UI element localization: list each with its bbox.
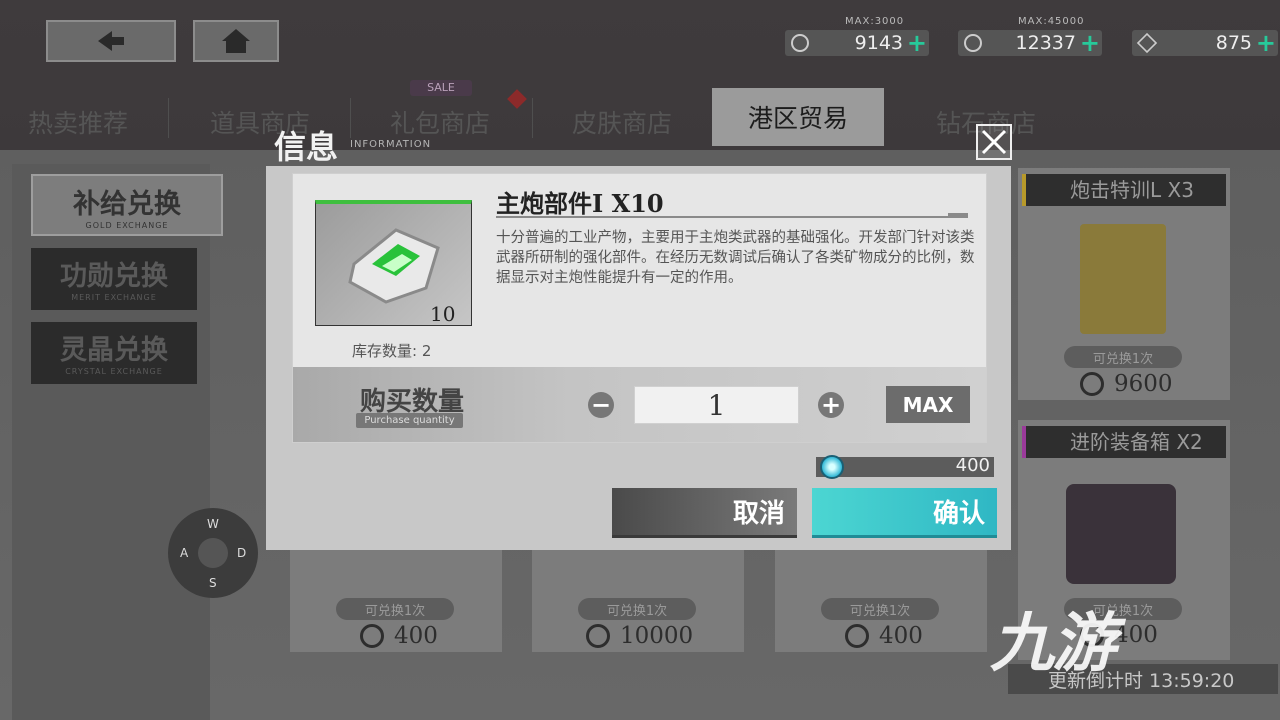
sidebar-item-label: 补给兑换: [73, 189, 181, 220]
add-medal-button[interactable]: +: [907, 30, 927, 56]
card-price-value: 9600: [1114, 371, 1173, 397]
back-button[interactable]: [46, 20, 176, 62]
tab-packs[interactable]: 礼包商店: [390, 100, 490, 144]
tab-harbor-trade[interactable]: 港区贸易: [712, 88, 885, 146]
medal-value: 9143: [854, 32, 903, 54]
stock-count: 库存数量: 2: [352, 342, 432, 360]
sidebar-item-sub: GOLD EXCHANGE: [85, 221, 169, 230]
shop-card[interactable]: 可兑换1次 400: [775, 548, 987, 652]
gold-coin-icon: [964, 34, 982, 52]
sale-badge: SALE: [410, 80, 472, 96]
max-button[interactable]: MAX: [886, 386, 970, 423]
diamond-icon: [1136, 32, 1158, 54]
gold-coin-icon: [360, 624, 384, 648]
tab-hot[interactable]: 热卖推荐: [28, 100, 128, 144]
gold-coin-icon: [845, 624, 869, 648]
sidebar-item-crystal-exchange[interactable]: 灵晶兑换 CRYSTAL EXCHANGE: [31, 322, 197, 384]
dialog-subtitle: INFORMATION: [350, 139, 432, 150]
diamond-resource: 875 +: [1132, 30, 1278, 56]
dialog-title: 信息: [274, 128, 339, 166]
divider: [496, 216, 968, 218]
add-diamond-button[interactable]: +: [1256, 30, 1276, 56]
joystick-a-label: A: [180, 546, 189, 560]
medal-max: MAX:3000: [845, 16, 905, 27]
gunnery-manual-icon: [1080, 224, 1166, 334]
gold-max: MAX:45000: [1018, 16, 1085, 27]
card-limit: 可兑换1次: [336, 598, 454, 620]
diamond-value: 875: [1215, 32, 1252, 54]
sidebar-item-gold-exchange[interactable]: 补给兑换 GOLD EXCHANGE: [31, 174, 223, 236]
tab-divider: [168, 98, 169, 138]
shop-card[interactable]: 可兑换1次 10000: [532, 548, 744, 652]
card-price-value: 400: [1114, 622, 1158, 648]
confirm-button[interactable]: 确认: [812, 488, 997, 538]
crystal-icon: [820, 455, 844, 479]
cancel-label: 取消: [732, 499, 785, 529]
card-price-value: 10000: [620, 623, 694, 649]
gold-value: 12337: [1015, 32, 1076, 54]
confirm-label: 确认: [932, 499, 985, 529]
movement-joystick[interactable]: W A S D: [168, 508, 258, 598]
divider: [948, 213, 968, 218]
sidebar-item-merit-exchange[interactable]: 功勋兑换 MERIT EXCHANGE: [31, 248, 197, 310]
item-count: 10: [430, 302, 456, 326]
card-price: 9600: [1080, 371, 1173, 397]
watermark-logo: 九游: [990, 607, 1116, 681]
shop-card-gunnery-training[interactable]: 炮击特训L X3 可兑换1次 9600: [1018, 168, 1230, 400]
card-limit: 可兑换1次: [578, 598, 696, 620]
sidebar-item-sub: CRYSTAL EXCHANGE: [65, 367, 163, 376]
tab-skins[interactable]: 皮肤商店: [572, 100, 672, 144]
item-description: 十分普遍的工业产物，主要用于主炮类武器的基础强化。开发部门针对该类武器所研制的强…: [496, 230, 975, 286]
card-limit: 可兑换1次: [1064, 346, 1182, 368]
tab-divider: [350, 98, 351, 138]
equipment-box-icon: [1066, 484, 1176, 584]
gold-coin-icon: [1080, 372, 1104, 396]
card-price: 400: [845, 623, 923, 649]
sidebar-item-label: 灵晶兑换: [60, 335, 168, 366]
gold-resource: MAX:45000 12337 +: [958, 16, 1102, 56]
close-icon: [981, 129, 1007, 155]
shop-card[interactable]: 可兑换1次 400: [290, 548, 502, 652]
card-title: 进阶装备箱 X2: [1022, 426, 1226, 458]
increase-button[interactable]: +: [818, 392, 844, 418]
card-title: 炮击特训L X3: [1022, 174, 1226, 206]
joystick-w-label: W: [207, 517, 219, 531]
card-price-value: 400: [879, 623, 923, 649]
joystick-d-label: D: [237, 546, 247, 560]
joystick-s-label: S: [209, 576, 217, 590]
back-arrow-icon: [98, 31, 124, 51]
cost-value: 400: [955, 455, 990, 476]
item-name: 主炮部件I X10: [496, 189, 664, 218]
decrease-button[interactable]: −: [588, 392, 614, 418]
card-limit: 可兑换1次: [821, 598, 939, 620]
quantity-label-en: Purchase quantity: [356, 413, 463, 428]
sidebar-item-sub: MERIT EXCHANGE: [71, 293, 157, 302]
cancel-button[interactable]: 取消: [612, 488, 797, 538]
card-price-value: 400: [394, 623, 438, 649]
tab-divider: [532, 98, 533, 138]
close-button[interactable]: [976, 124, 1012, 160]
medal-icon: [791, 34, 809, 52]
joystick-knob[interactable]: [198, 538, 228, 568]
medal-resource: MAX:3000 9143 +: [785, 16, 929, 56]
sidebar-item-label: 功勋兑换: [60, 261, 168, 292]
quantity-input[interactable]: 1: [634, 386, 799, 424]
card-price: 10000: [586, 623, 693, 649]
home-icon: [222, 29, 250, 53]
home-button[interactable]: [193, 20, 279, 62]
gold-coin-icon: [586, 624, 610, 648]
card-price: 400: [360, 623, 438, 649]
add-gold-button[interactable]: +: [1080, 30, 1100, 56]
